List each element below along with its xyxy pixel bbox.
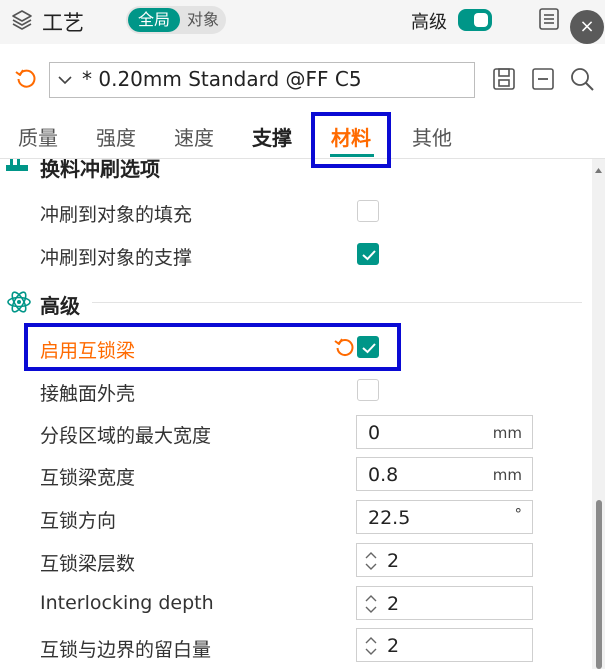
panel-title: 工艺 — [42, 11, 84, 35]
close-button[interactable]: × — [570, 10, 604, 44]
toggle-knob — [474, 13, 488, 27]
spin-arrows-icon[interactable] — [363, 592, 379, 616]
list-icon[interactable] — [537, 7, 561, 31]
interface-shells-checkbox[interactable] — [357, 379, 379, 401]
spin-arrows-icon[interactable] — [363, 549, 379, 573]
field-value: 0.8 — [368, 464, 399, 486]
preset-name: * 0.20mm Standard @FF C5 — [82, 67, 362, 91]
field-value: 2 — [387, 593, 400, 615]
field-unit: mm — [492, 424, 522, 442]
row-label: 互锁方向 — [40, 510, 117, 532]
advanced-toggle[interactable] — [458, 9, 492, 31]
check-icon — [362, 250, 376, 261]
section-title-flush: 换料冲刷选项 — [40, 159, 160, 181]
scope-global-option[interactable]: 全局 — [128, 8, 180, 32]
settings-list: 换料冲刷选项 冲刷到对象的填充 冲刷到对象的支撑 高级 启用互锁梁 接触面外壳 … — [0, 159, 592, 669]
section-divider — [92, 302, 582, 303]
tab-quality[interactable]: 质量 — [18, 122, 58, 151]
search-icon[interactable] — [568, 65, 596, 93]
chevron-down-icon — [58, 76, 72, 85]
interlocking-direction-field[interactable]: 22.5 ° — [356, 500, 533, 534]
interlocking-beam-layers-stepper[interactable]: 2 — [356, 543, 533, 577]
layers-icon — [12, 10, 32, 30]
interlocking-beam-width-field[interactable]: 0.8 mm — [356, 457, 533, 491]
scope-object-option[interactable]: 对象 — [182, 8, 224, 32]
field-value: 2 — [387, 635, 400, 657]
tab-speed[interactable]: 速度 — [174, 122, 214, 151]
undo-icon[interactable] — [14, 66, 38, 90]
interlocking-depth-stepper[interactable]: 2 — [356, 586, 533, 620]
top-bar: 工艺 全局 对象 高级 × — [0, 0, 605, 44]
row-label: 分段区域的最大宽度 — [40, 425, 212, 447]
tab-strength[interactable]: 强度 — [96, 122, 136, 151]
save-icon[interactable] — [491, 66, 517, 92]
advanced-label: 高级 — [411, 12, 447, 33]
row-label: 互锁梁宽度 — [40, 467, 136, 489]
field-unit: ° — [514, 505, 523, 523]
scrollbar-thumb[interactable] — [596, 500, 602, 669]
field-value: 2 — [387, 550, 400, 572]
interlocking-beam-row-highlight — [24, 323, 401, 371]
flush-support-checkbox[interactable] — [357, 243, 379, 265]
field-value: 22.5 — [368, 507, 411, 529]
tab-support[interactable]: 支撑 — [252, 122, 292, 151]
flush-infill-checkbox[interactable] — [357, 200, 379, 222]
tab-other[interactable]: 其他 — [412, 122, 452, 151]
preset-dropdown[interactable]: * 0.20mm Standard @FF C5 — [49, 62, 475, 98]
row-label: Interlocking depth — [40, 592, 214, 614]
segmented-region-max-width-field[interactable]: 0 mm — [356, 415, 533, 449]
row-label: 接触面外壳 — [40, 383, 136, 405]
interlocking-boundary-avoidance-stepper[interactable]: 2 — [356, 628, 533, 662]
row-label: 互锁梁层数 — [40, 553, 136, 575]
row-label: 冲刷到对象的填充 — [40, 204, 193, 226]
section-title-advanced: 高级 — [40, 294, 80, 318]
flush-icon — [6, 159, 28, 171]
field-unit: mm — [492, 466, 522, 484]
row-label: 互锁与边界的留白量 — [40, 639, 212, 661]
field-value: 0 — [368, 422, 381, 444]
scroll-up-icon[interactable] — [594, 166, 603, 175]
row-label: 冲刷到对象的支撑 — [40, 247, 193, 269]
scope-toggle[interactable]: 全局 对象 — [126, 6, 226, 34]
atom-icon — [7, 291, 31, 313]
spin-arrows-icon[interactable] — [363, 634, 379, 658]
remove-preset-icon[interactable] — [530, 66, 556, 92]
